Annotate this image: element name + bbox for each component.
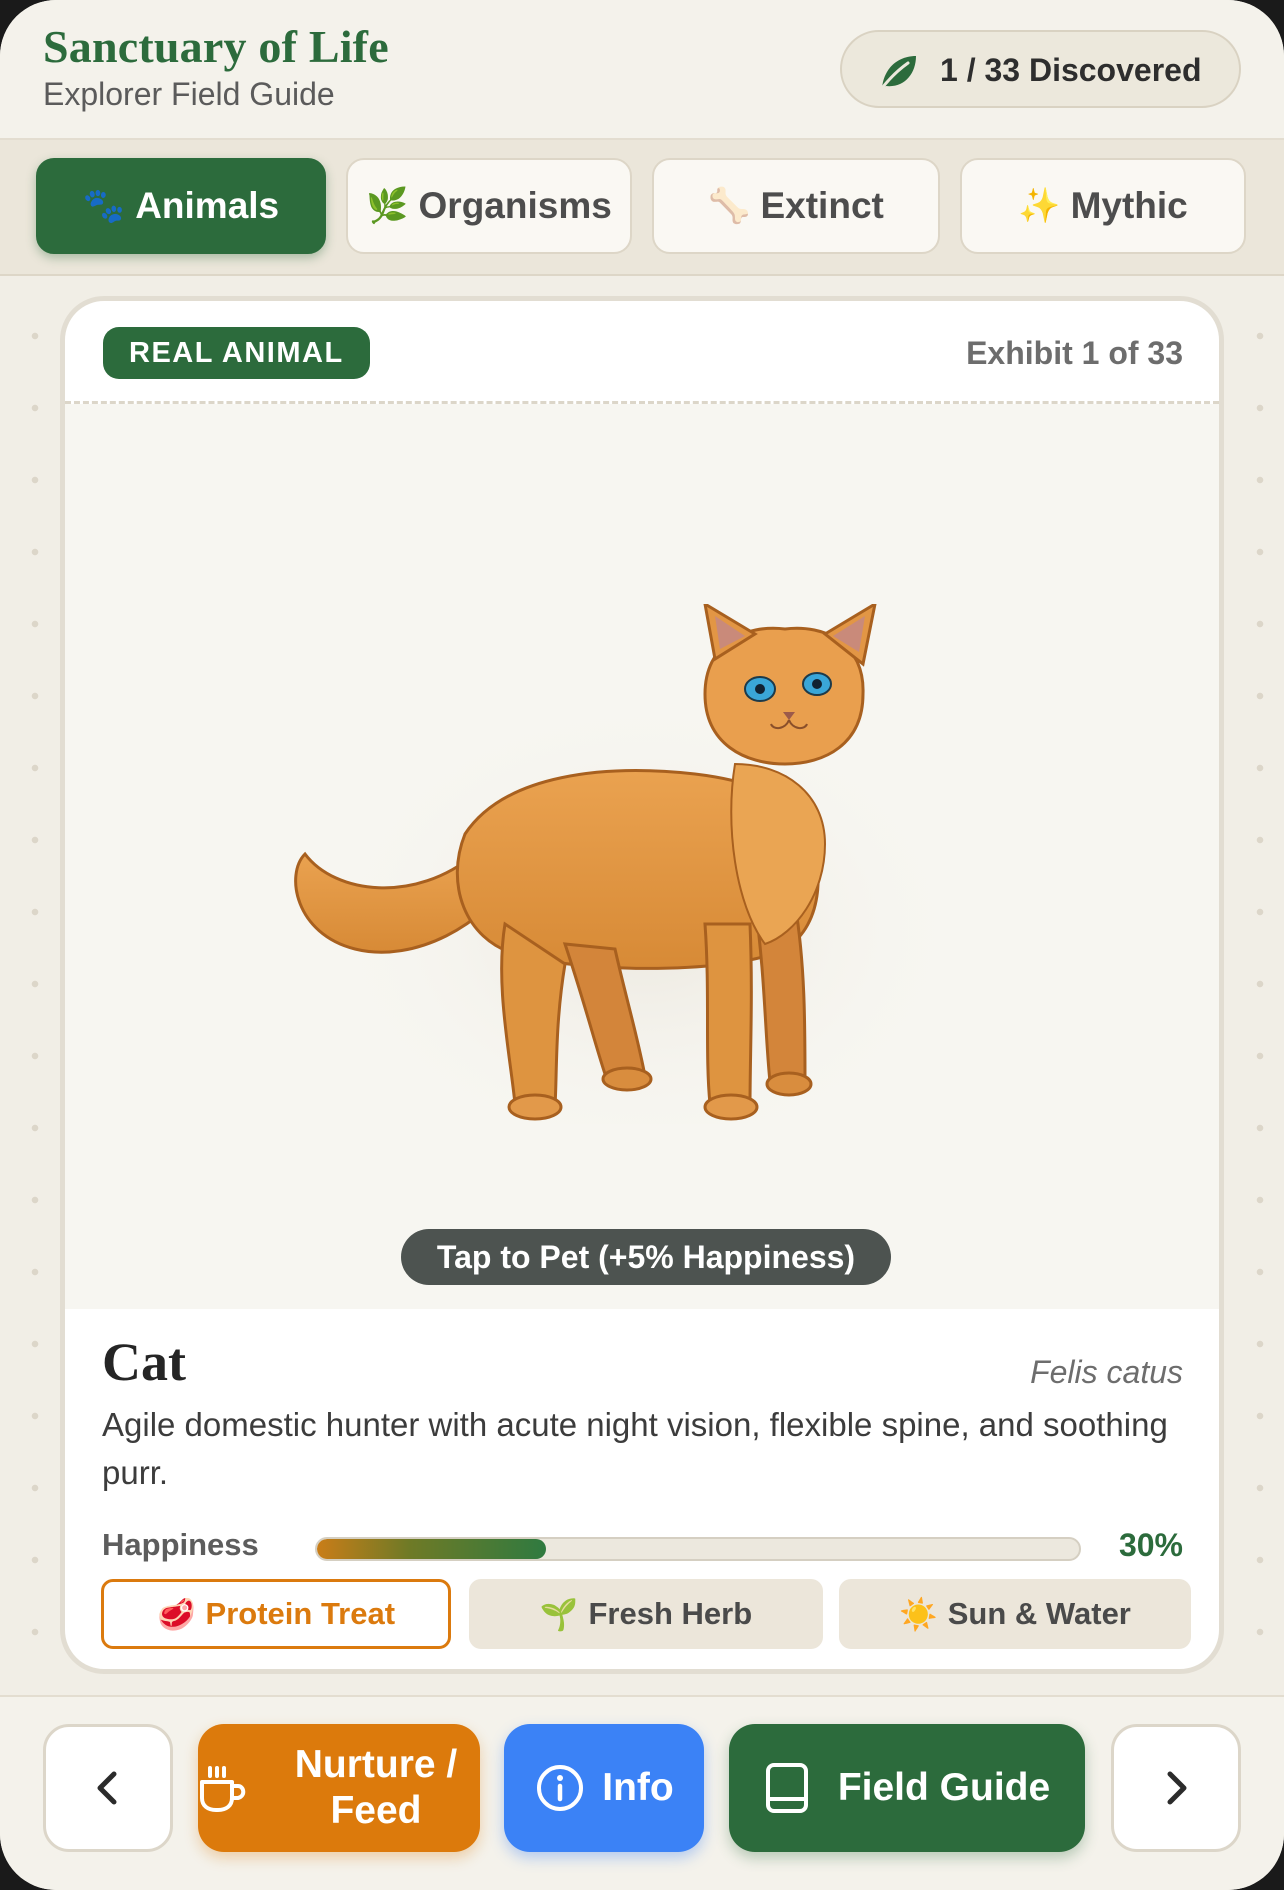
app-subtitle: Explorer Field Guide: [43, 76, 335, 112]
category-tabs: 🐾 Animals 🌿 Organisms 🦴 Extinct ✨ Mythic: [0, 140, 1284, 276]
tab-extinct[interactable]: 🦴 Extinct: [652, 158, 940, 254]
paw-icon: 🐾: [82, 187, 126, 225]
tab-label: Organisms: [418, 185, 612, 226]
exhibit-counter: Exhibit 1 of 33: [966, 335, 1183, 371]
pet-prompt[interactable]: Tap to Pet (+5% Happiness): [401, 1229, 891, 1285]
happiness-bar-fill: [317, 1539, 546, 1559]
tab-label: Animals: [135, 185, 280, 226]
previous-button[interactable]: [43, 1724, 173, 1852]
app-title: Sanctuary of Life: [43, 21, 389, 72]
tab-animals[interactable]: 🐾 Animals: [36, 158, 326, 254]
info-icon: [537, 1765, 584, 1811]
cup-icon: [200, 1766, 246, 1812]
scientific-name: Felis catus: [1030, 1354, 1183, 1390]
nurture-feed-button[interactable]: Nurture / Feed: [198, 1724, 480, 1852]
creature-description: Agile domestic hunter with acute night v…: [102, 1406, 1168, 1491]
nurture-label: Nurture / Feed: [294, 1743, 458, 1832]
food-sun-water[interactable]: ☀️ Sun & Water: [839, 1579, 1191, 1649]
tab-mythic[interactable]: ✨ Mythic: [960, 158, 1246, 254]
exhibit-card: REAL ANIMAL Exhibit 1 of 33 Tap to Pet (…: [60, 296, 1224, 1674]
info-label: Info: [602, 1766, 674, 1809]
sun-icon: ☀️: [899, 1596, 938, 1632]
food-label: Sun & Water: [947, 1596, 1131, 1631]
happiness-value: 30%: [1118, 1527, 1183, 1563]
creature-name: Cat: [102, 1332, 186, 1392]
meat-icon: 🥩: [156, 1596, 196, 1632]
info-button[interactable]: Info: [504, 1724, 704, 1852]
field-guide-button[interactable]: Field Guide: [729, 1724, 1085, 1852]
tab-organisms[interactable]: 🌿 Organisms: [346, 158, 632, 254]
chevron-right-icon: [1167, 1771, 1187, 1805]
book-icon: [765, 1763, 808, 1813]
happiness-bar: [315, 1537, 1081, 1561]
tab-label: Extinct: [760, 185, 884, 226]
tab-label: Mythic: [1070, 185, 1188, 226]
discovered-counter: 1 / 33 Discovered: [840, 30, 1241, 108]
food-fresh-herb[interactable]: 🌱 Fresh Herb: [469, 1579, 823, 1649]
field-guide-label: Field Guide: [837, 1766, 1051, 1809]
bottom-action-bar: Nurture / Feed Info Field Guide: [0, 1695, 1284, 1890]
chevron-left-icon: [97, 1771, 117, 1805]
header: Sanctuary of Life Explorer Field Guide 1…: [0, 0, 1284, 140]
happiness-label: Happiness: [102, 1527, 259, 1562]
discovered-label: 1 / 33 Discovered: [940, 52, 1202, 88]
creature-stage[interactable]: Tap to Pet (+5% Happiness): [65, 404, 1219, 1309]
next-button[interactable]: [1111, 1724, 1241, 1852]
leaf-icon: [880, 56, 916, 90]
food-label: Protein Treat: [205, 1596, 396, 1631]
food-protein-treat[interactable]: 🥩 Protein Treat: [101, 1579, 451, 1649]
category-badge: REAL ANIMAL: [103, 327, 370, 379]
app-screen: Sanctuary of Life Explorer Field Guide 1…: [0, 0, 1284, 1890]
herb-icon: 🌿: [366, 187, 409, 225]
bone-icon: 🦴: [708, 187, 751, 225]
seedling-icon: 🌱: [539, 1596, 579, 1632]
sparkles-icon: ✨: [1018, 187, 1061, 225]
cat-illustration[interactable]: [265, 604, 985, 1124]
side-dots-left: [30, 300, 40, 1680]
food-label: Fresh Herb: [588, 1596, 753, 1631]
side-dots-right: [1255, 300, 1265, 1680]
